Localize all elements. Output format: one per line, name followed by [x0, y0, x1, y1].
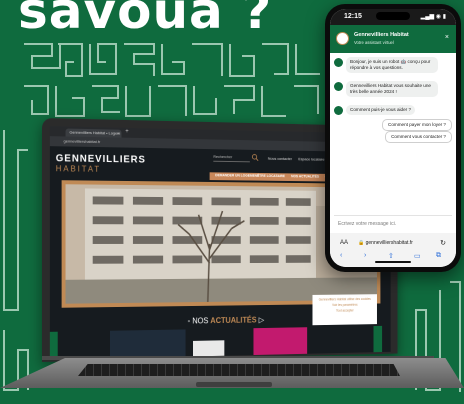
safari-aa-button[interactable]: AA [340, 240, 348, 246]
browser-url-text: gennevilliershabitat.fr [63, 138, 101, 145]
phone-screen: 12:15 ▂▄▆ ◉ ▮ Gennevilliers Habitat Votr… [330, 9, 456, 267]
site-logo-line2[interactable]: HABITAT [56, 164, 101, 174]
news-side-accent-right [373, 325, 383, 360]
home-indicator [375, 261, 411, 263]
forward-icon[interactable]: › [364, 252, 366, 259]
site-search-input[interactable]: Rechercher [213, 153, 250, 163]
section-title-accent: ACTUALITÉS [210, 315, 257, 326]
bot-message: Comment puis-je vous aider ? [346, 105, 416, 116]
search-icon[interactable] [252, 154, 259, 162]
quick-reply-contacter[interactable]: Comment vous contacter ? [385, 131, 452, 143]
bot-message-avatar-icon [334, 106, 343, 115]
cookie-text: Gennevilliers Habitat utilise des cookie… [318, 297, 371, 302]
reload-icon[interactable]: ↻ [440, 239, 446, 247]
bot-avatar-icon [336, 32, 349, 45]
chat-header-title: Gennevilliers Habitat [354, 32, 409, 38]
section-title-prefix: NOS [192, 316, 209, 326]
chat-header: Gennevilliers Habitat Votre assistant vi… [330, 25, 456, 53]
nav-item-actualites[interactable]: NOS ACTUALITÉS [291, 174, 319, 178]
tab-close-icon[interactable]: × [117, 130, 119, 138]
laptop-touchpad [196, 382, 272, 387]
laptop-keyboard [78, 364, 400, 376]
news-card-3[interactable] [253, 327, 308, 360]
bot-message-avatar-icon [334, 82, 343, 91]
quick-reply-payer-loyer[interactable]: Comment payer mon loyer ? [382, 119, 452, 131]
status-time: 12:15 [344, 13, 362, 20]
phone-mockup: 12:15 ▂▄▆ ◉ ▮ Gennevilliers Habitat Votr… [325, 4, 461, 272]
browser-tab-title: Gennevilliers Habitat • Logem [69, 129, 121, 136]
tabs-icon[interactable]: ⧉ [436, 252, 441, 260]
phone-notch [376, 12, 410, 20]
bot-message-avatar-icon [334, 58, 343, 67]
bot-message: Gennevilliers Habitat vous souhaite une … [346, 81, 438, 98]
new-tab-icon[interactable]: + [125, 129, 128, 135]
chat-message-input[interactable]: Ecrivez votre message ici. [334, 215, 452, 231]
top-link-tenant-space[interactable]: Espace locataire [298, 156, 324, 161]
chat-header-subtitle: Votre assistant virtuel [354, 40, 394, 45]
status-bar: 12:15 ▂▄▆ ◉ ▮ [330, 9, 456, 25]
cookie-banner: Gennevilliers Habitat utilise des cookie… [312, 294, 377, 326]
bookmarks-icon[interactable]: ▭ [414, 252, 421, 260]
nav-item-locataire[interactable]: ÊTRE LOCATAIRE [257, 174, 285, 178]
share-icon[interactable]: ⇧ [388, 252, 394, 260]
top-link-contact[interactable]: Nous contacter [268, 156, 292, 161]
back-icon[interactable]: ‹ [340, 252, 342, 259]
chat-close-icon[interactable]: × [445, 34, 449, 41]
bot-message: Bonjour, je suis un robot 🤖 conçu pour r… [346, 57, 438, 74]
cookie-settings-link[interactable]: Voir les paramètres [312, 303, 376, 308]
status-icons: ▂▄▆ ◉ ▮ [420, 14, 446, 20]
nav-item-demander[interactable]: DEMANDER UN LOGEMENT [215, 173, 259, 177]
safari-url-field[interactable]: 🔒 gennevilliershabitat.fr [358, 240, 413, 246]
cookie-accept-button[interactable]: Tout accepter [312, 308, 376, 313]
